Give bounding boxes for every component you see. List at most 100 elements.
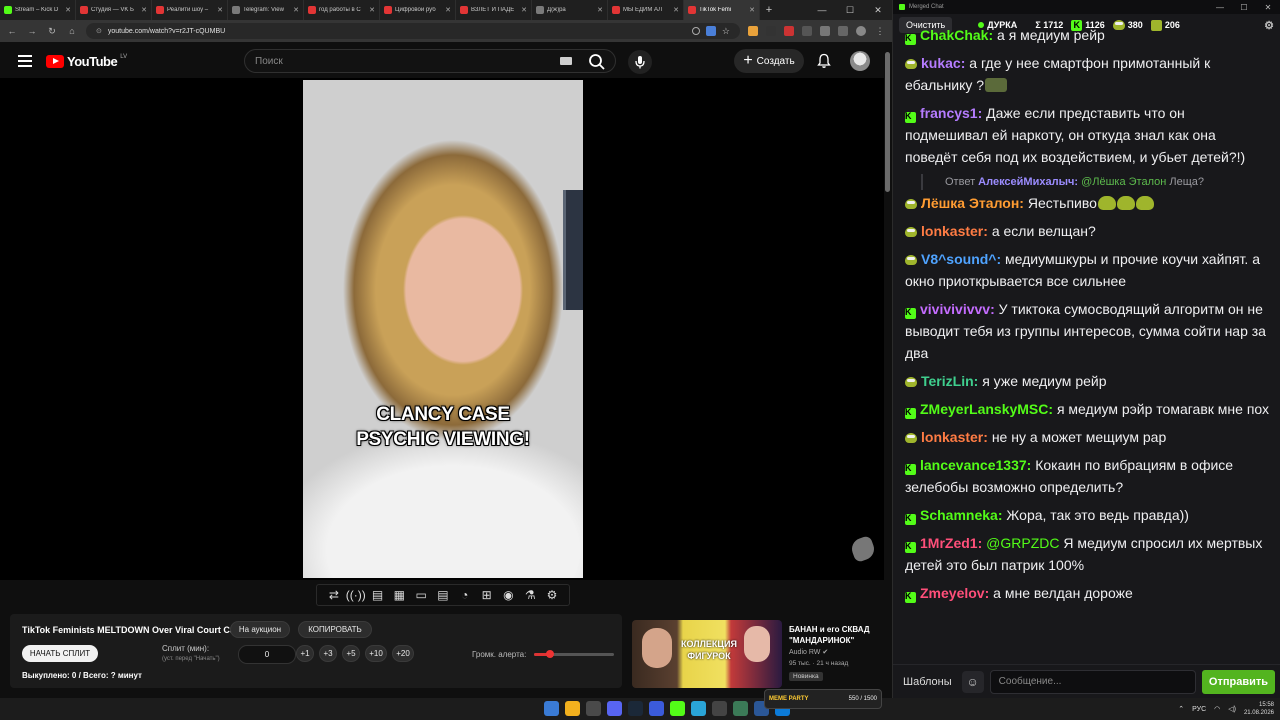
voice-search-button[interactable] bbox=[628, 50, 652, 74]
steam-icon[interactable] bbox=[628, 701, 643, 716]
tab-close-icon[interactable]: ✕ bbox=[749, 6, 755, 14]
discord-icon[interactable] bbox=[607, 701, 622, 716]
app-icon[interactable] bbox=[586, 701, 601, 716]
chat-message[interactable]: V8^sound^: медиумшкуры и прочие коучи ха… bbox=[905, 248, 1271, 292]
extensions-puzzle-icon[interactable] bbox=[820, 26, 830, 36]
copy-button[interactable]: КОПИРОВАТЬ bbox=[298, 621, 372, 638]
browser-tab[interactable]: Stream – Kick D ✕ bbox=[0, 0, 76, 20]
start-split-button[interactable]: НАЧАТЬ СПЛИТ bbox=[22, 645, 98, 662]
maximize-icon[interactable]: ☐ bbox=[836, 5, 864, 16]
split-increment-button[interactable]: +1 bbox=[296, 645, 314, 662]
bookmark-star-icon[interactable]: ☆ bbox=[722, 26, 730, 37]
browser-tab[interactable]: Д(ж)ра ✕ bbox=[532, 0, 608, 20]
reply-username[interactable]: АлексейМихалыч: bbox=[978, 176, 1078, 188]
alert-volume-knob[interactable] bbox=[546, 650, 554, 658]
chat-message[interactable]: K 1MrZed1: @GRPZDC Я медиум спросил их ме… bbox=[905, 532, 1271, 576]
chat-message[interactable]: lonkaster: а если велщан? bbox=[905, 220, 1271, 242]
chat-message[interactable]: Лёшка Эталон: Яестьпиво bbox=[905, 192, 1271, 214]
account-avatar[interactable] bbox=[850, 51, 870, 71]
notifications-bell-icon[interactable] bbox=[816, 53, 832, 69]
close-icon[interactable]: ✕ bbox=[864, 5, 892, 16]
menu-kebab-icon[interactable]: ⋮ bbox=[874, 26, 886, 37]
alert-volume-slider[interactable] bbox=[534, 650, 614, 658]
app-icon[interactable] bbox=[649, 701, 664, 716]
chat-mention[interactable]: @GRPZDC bbox=[986, 535, 1059, 551]
youtube-logo[interactable]: YouTube LV bbox=[46, 54, 127, 69]
reply-mention[interactable]: @Лёшка Эталон bbox=[1081, 176, 1166, 188]
site-info-icon[interactable]: ⊙ bbox=[96, 27, 102, 35]
page-scrollbar[interactable] bbox=[885, 52, 890, 192]
broadcast-icon[interactable]: ((·)) bbox=[346, 588, 366, 602]
tab-close-icon[interactable]: ✕ bbox=[217, 6, 223, 14]
extension-icon-4[interactable] bbox=[802, 26, 812, 36]
reload-icon[interactable]: ↻ bbox=[46, 26, 58, 37]
chat-message[interactable]: K Schamneka: Жора, так это ведь правда)) bbox=[905, 504, 1271, 526]
tab-close-icon[interactable]: ✕ bbox=[141, 6, 147, 14]
browser-tab[interactable]: МЫ ЕДИМ АЛ ✕ bbox=[608, 0, 684, 20]
browser-tab[interactable]: Студия — VK Б ✕ bbox=[76, 0, 152, 20]
add-icon[interactable]: ⊞ bbox=[480, 588, 494, 602]
chat-username[interactable]: vivivivivvv bbox=[920, 301, 990, 317]
chat-username[interactable]: kukac bbox=[921, 55, 961, 71]
browser-tab[interactable]: год работы в С ✕ bbox=[304, 0, 380, 20]
reply-context[interactable]: Ответ АлексейМихалыч: @Лёшка Эталон Леща… bbox=[921, 174, 1271, 190]
templates-button[interactable]: Шаблоны bbox=[899, 676, 956, 688]
chat-username[interactable]: francys1 bbox=[920, 105, 978, 121]
subtitles-icon[interactable]: ▤ bbox=[371, 588, 385, 602]
maximize-icon[interactable]: ☐ bbox=[1232, 3, 1256, 12]
loop-icon[interactable]: ⇄ bbox=[327, 588, 341, 602]
chat-message[interactable]: lonkaster: не ну а может мещиум рар bbox=[905, 426, 1271, 448]
browser-tab[interactable]: TikTok Femi ✕ bbox=[684, 0, 760, 20]
new-tab-icon[interactable]: + bbox=[760, 4, 778, 16]
clip-icon[interactable]: ▦ bbox=[392, 588, 406, 602]
split-minutes-input[interactable]: 0 bbox=[238, 645, 296, 664]
tab-close-icon[interactable]: ✕ bbox=[597, 6, 603, 14]
chat-username[interactable]: Zmeyelov bbox=[920, 585, 985, 601]
chat-message[interactable]: Klancevance1337: Кокаин по вибрациям в о… bbox=[905, 454, 1271, 498]
auction-button[interactable]: На аукцион bbox=[230, 621, 290, 638]
tab-close-icon[interactable]: ✕ bbox=[445, 6, 451, 14]
browser-tab[interactable]: ВЗЛЕТ И ПАДЕ ✕ bbox=[456, 0, 532, 20]
split-increment-button[interactable]: +5 bbox=[342, 645, 360, 662]
volume-icon[interactable]: ◁) bbox=[1228, 705, 1236, 713]
extension-icon-2[interactable] bbox=[766, 26, 776, 36]
home-icon[interactable]: ⌂ bbox=[66, 26, 78, 36]
tab-close-icon[interactable]: ✕ bbox=[673, 6, 679, 14]
keyboard-icon[interactable] bbox=[560, 57, 572, 65]
chat-username[interactable]: lancevance1337 bbox=[920, 457, 1027, 473]
screenshot-icon[interactable]: ◉ bbox=[501, 588, 515, 602]
app-icon[interactable] bbox=[712, 701, 727, 716]
split-increment-button[interactable]: +10 bbox=[365, 645, 387, 662]
zoom-icon[interactable] bbox=[691, 27, 700, 35]
recommended-title[interactable]: БАНАН и его СКВАД "МАНДАРИНОК" bbox=[789, 624, 885, 646]
chat-username[interactable]: ZMeyerLanskyMSC bbox=[920, 401, 1048, 417]
video-player[interactable]: CLANCY CASE PSYCHIC VIEWING! bbox=[0, 78, 884, 580]
back-icon[interactable]: ← bbox=[6, 26, 18, 36]
minimize-icon[interactable]: — bbox=[1208, 3, 1232, 12]
download-icon[interactable] bbox=[838, 26, 848, 36]
split-increment-button[interactable]: +20 bbox=[392, 645, 414, 662]
chat-username[interactable]: Лёшка Эталон bbox=[921, 195, 1019, 211]
tab-close-icon[interactable]: ✕ bbox=[293, 6, 299, 14]
chat-username[interactable]: Schamneka bbox=[920, 507, 998, 523]
send-button[interactable]: Отправить bbox=[1201, 669, 1275, 694]
extension-icon-3[interactable] bbox=[784, 26, 794, 36]
emoji-picker-icon[interactable]: ☺ bbox=[961, 670, 984, 693]
forward-icon[interactable]: → bbox=[26, 26, 38, 36]
chat-username[interactable]: TerizLin bbox=[921, 373, 974, 389]
flask-icon[interactable]: ⚗ bbox=[523, 588, 537, 602]
chat-message[interactable]: K ZMeyerLanskyMSC: я медиум рэйр томагавк… bbox=[905, 398, 1271, 420]
close-icon[interactable]: ✕ bbox=[1256, 3, 1280, 12]
chat-username[interactable]: 1MrZed1 bbox=[920, 535, 978, 551]
chat-message[interactable]: Kvivivivivvv: У тиктока сумосводящий алг… bbox=[905, 298, 1271, 364]
minimize-icon[interactable]: — bbox=[808, 5, 836, 16]
extension-icon-1[interactable] bbox=[748, 26, 758, 36]
chat-message[interactable]: kukac: а где у нее смартфон примотанный … bbox=[905, 52, 1271, 96]
chat-username[interactable]: lonkaster bbox=[921, 223, 983, 239]
chrome-icon[interactable] bbox=[565, 701, 580, 716]
chat-message-input[interactable]: Сообщение... bbox=[989, 669, 1196, 694]
chat-message[interactable]: K ChakChak: а я медиум рейр bbox=[905, 24, 1271, 46]
browser-tab[interactable]: Telegram: View ✕ bbox=[228, 0, 304, 20]
chat-message[interactable]: TerizLin: я уже медиум рейр bbox=[905, 370, 1271, 392]
recommended-video[interactable]: КОЛЛЕКЦИЯ ФИГУРОК БАНАН и его СКВАД "МАН… bbox=[632, 620, 884, 688]
